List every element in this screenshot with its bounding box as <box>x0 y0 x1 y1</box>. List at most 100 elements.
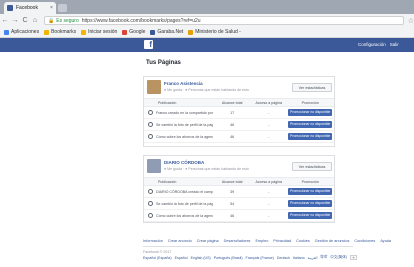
footer-link[interactable]: Crear página <box>197 239 219 243</box>
post-cell[interactable]: Cómo cubre los ahorros de la agenda... <box>144 134 213 139</box>
bookmark-item[interactable]: Garaba.Net <box>150 29 183 35</box>
promote-button[interactable]: Promocionar no disponible <box>288 200 333 207</box>
promote-button[interactable]: Promocionar no disponible <box>288 188 333 195</box>
table-row: Se cambió la foto de perfil de la pág...… <box>144 198 334 210</box>
clock-icon <box>148 201 153 206</box>
browser-tab[interactable]: Facebook × <box>4 2 56 14</box>
promote-button[interactable]: Promocionar no disponible <box>288 109 333 116</box>
page-name[interactable]: DIARIO CÓRDOBA <box>164 160 204 165</box>
bookmark-label: Aplicaciones <box>11 29 40 35</box>
post-text[interactable]: DIARIO CÓRDOBA creado el campo... <box>156 190 213 194</box>
view-stats-button[interactable]: Ver estadísticas <box>292 162 332 171</box>
clock-icon <box>148 110 153 115</box>
footer-link[interactable]: Empleo <box>255 239 268 243</box>
language-link[interactable]: Français (France) <box>246 256 274 260</box>
post-text[interactable]: Cómo cubre los ahorros de la agenda... <box>156 214 213 218</box>
reach-cell: 46 <box>230 134 235 139</box>
language-link[interactable]: Italiano <box>293 256 305 260</box>
bookmark-item[interactable]: Iniciar sesión <box>81 29 117 35</box>
secure-label: Es seguro <box>56 17 79 24</box>
page-avatar[interactable] <box>147 80 161 94</box>
footer-link[interactable]: Privacidad <box>273 239 291 243</box>
reach-cell: 54 <box>230 201 235 206</box>
post-text[interactable]: Se cambió la foto de perfil de la pág... <box>156 123 213 127</box>
footer-link[interactable]: Crear anuncio <box>168 239 192 243</box>
table-header: Publicación Alcance total Acceso a página P… <box>144 178 334 186</box>
column-reach: Alcance total <box>221 179 243 184</box>
footer-link[interactable]: Desarrolladores <box>224 239 251 243</box>
tab-close-icon[interactable]: × <box>50 5 56 11</box>
language-link[interactable]: Português (Brasil) <box>214 256 243 260</box>
page-access-cell: - <box>268 189 270 194</box>
back-icon[interactable]: ← <box>0 17 10 24</box>
page-title: Tus Páginas <box>146 60 181 66</box>
language-link[interactable]: العربية <box>308 256 318 260</box>
promote-button[interactable]: Promocionar no disponible <box>288 121 333 128</box>
page-card: DIARIO CÓRDOBA ● Me gusta · ● Personas qu… <box>143 155 335 223</box>
language-link[interactable]: Español <box>175 256 188 260</box>
column-reach: Alcance total <box>221 100 243 105</box>
settings-link[interactable]: Configuración <box>358 42 386 47</box>
clock-icon <box>148 134 153 139</box>
footer-link[interactable]: Condiciones <box>354 239 375 243</box>
language-link[interactable]: English (US) <box>191 256 211 260</box>
language-link[interactable]: 中文(简体) <box>330 255 347 260</box>
promote-button[interactable]: Promocionar no disponible <box>288 133 333 140</box>
bookmark-item[interactable]: Ministerio de Salud - <box>188 29 241 35</box>
promotion-cell: Promocionar no disponible <box>287 212 334 219</box>
footer-link[interactable]: Ayuda <box>380 239 391 243</box>
bookmark-icon <box>122 29 128 35</box>
table-row: Franco creado en la compartido por... 17 -… <box>144 107 334 119</box>
page-name[interactable]: Franco Asistencia <box>164 81 203 86</box>
more-languages-button[interactable]: + <box>350 255 358 260</box>
new-tab-button[interactable] <box>58 4 67 12</box>
facebook-logo[interactable]: f <box>144 40 153 49</box>
promotion-cell: Promocionar no disponible <box>287 121 334 128</box>
footer-links: Información Crear anuncio Crear página Desa… <box>143 239 391 243</box>
post-cell[interactable]: Se cambió la foto de perfil de la pág... <box>144 201 213 206</box>
promotion-cell: Promocionar no disponible <box>287 133 334 140</box>
reach-cell: 46 <box>230 122 235 127</box>
promotion-cell: Promocionar no disponible <box>287 188 334 195</box>
bookmark-item[interactable]: Aplicaciones <box>4 29 39 35</box>
footer-copyright: Facebook © 2017 <box>143 250 172 254</box>
promote-button[interactable]: Promocionar no disponible <box>288 212 333 219</box>
post-text[interactable]: Cómo cubre los ahorros de la agenda... <box>156 135 213 139</box>
url-input[interactable]: 🔒 Es seguro https://www.facebook.com/boo… <box>44 16 404 25</box>
bookmark-label: Google <box>129 29 146 35</box>
footer-languages: Español (España) Español English (US) Portu… <box>143 255 358 260</box>
header-right-nav: Configuración Salir <box>358 42 399 47</box>
tab-title: Facebook <box>16 5 38 11</box>
post-text[interactable]: Se cambió la foto de perfil de la pág... <box>156 202 213 206</box>
post-cell[interactable]: Cómo cubre los ahorros de la agenda... <box>144 213 213 218</box>
bookmark-star-icon[interactable]: ☆ <box>408 17 414 25</box>
post-cell[interactable]: Franco creado en la compartido por... <box>144 110 213 115</box>
view-stats-button[interactable]: Ver estadísticas <box>292 83 332 92</box>
facebook-favicon-icon <box>7 5 13 11</box>
bookmark-item[interactable]: Bookmarks <box>44 29 76 35</box>
language-link[interactable]: Español (España) <box>143 256 172 260</box>
column-promotion: Promoción <box>301 179 319 184</box>
footer-link[interactable]: Gestión de anuncios <box>315 239 350 243</box>
page-access-cell: - <box>268 134 270 139</box>
url-text: https://www.facebook.com/bookmarks/pages… <box>81 17 201 24</box>
reload-icon[interactable]: C <box>20 17 30 24</box>
page-avatar[interactable] <box>147 159 161 173</box>
home-icon[interactable]: ⌂ <box>30 17 40 24</box>
table-row: Cómo cubre los ahorros de la agenda... 46… <box>144 131 334 143</box>
footer-link[interactable]: Información <box>143 239 163 243</box>
post-cell[interactable]: DIARIO CÓRDOBA creado el campo... <box>144 189 213 194</box>
post-cell[interactable]: Se cambió la foto de perfil de la pág... <box>144 122 213 127</box>
bookmark-icon <box>150 29 156 35</box>
bookmark-item[interactable]: Google <box>122 29 145 35</box>
footer-link[interactable]: Cookies <box>296 239 310 243</box>
forward-icon[interactable]: → <box>10 17 20 24</box>
language-link[interactable]: Deutsch <box>277 256 290 260</box>
bookmark-label: Ministerio de Salud - <box>195 29 241 35</box>
logout-link[interactable]: Salir <box>390 42 399 47</box>
clock-icon <box>148 189 153 194</box>
language-link[interactable]: हिन्दी <box>320 255 327 260</box>
post-text[interactable]: Franco creado en la compartido por... <box>156 111 213 115</box>
bookmarks-bar: Aplicaciones Bookmarks Iniciar sesión Googl… <box>0 27 414 38</box>
bookmark-icon <box>44 29 50 35</box>
